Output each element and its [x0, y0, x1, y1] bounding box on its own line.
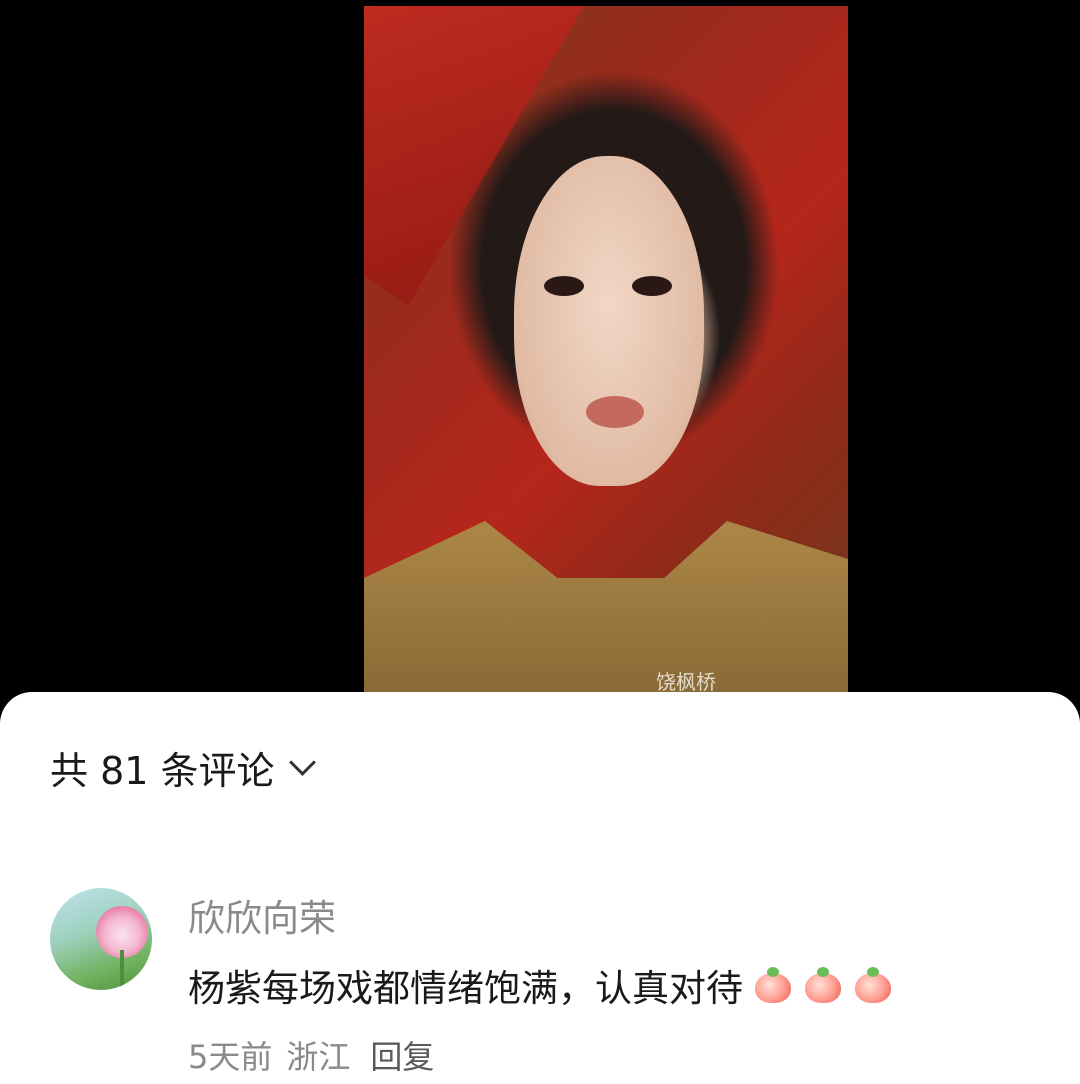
comment-username[interactable]: 欣欣向荣	[188, 888, 336, 942]
actress-face	[514, 156, 704, 486]
right-eye	[632, 276, 672, 296]
video-watermark: 饶枫桥	[656, 670, 716, 692]
lips	[586, 396, 644, 428]
comment-count-label: 共 81 条评论	[50, 749, 275, 793]
comment-meta: 5天前 浙江 回复	[188, 1032, 434, 1078]
golden-robe	[364, 521, 848, 692]
lotus-stem	[120, 950, 124, 990]
left-eye	[544, 276, 584, 296]
comment-body: 杨紫每场戏都情绪饱满，认真对待	[188, 958, 893, 1012]
comments-sheet: 共 81 条评论 欣欣向荣 杨紫每场戏都情绪饱满，认真对待 5天前 浙江 回复	[0, 692, 1080, 1084]
comment-location: 浙江	[286, 1038, 351, 1076]
peach-emoji-icon	[803, 967, 843, 1003]
chevron-down-icon[interactable]	[288, 749, 316, 776]
reply-button[interactable]: 回复	[370, 1032, 434, 1078]
video-player[interactable]: 饶枫桥	[0, 0, 1080, 692]
peach-emoji-icon	[853, 967, 893, 1003]
video-frame[interactable]: 饶枫桥	[364, 6, 848, 692]
comment-count-header[interactable]: 共 81 条评论	[50, 740, 316, 795]
comment-text: 杨紫每场戏都情绪饱满，认真对待	[188, 967, 743, 1010]
comment-time: 5天前	[188, 1038, 273, 1076]
peach-emoji-icon	[753, 967, 793, 1003]
avatar[interactable]	[50, 888, 152, 990]
